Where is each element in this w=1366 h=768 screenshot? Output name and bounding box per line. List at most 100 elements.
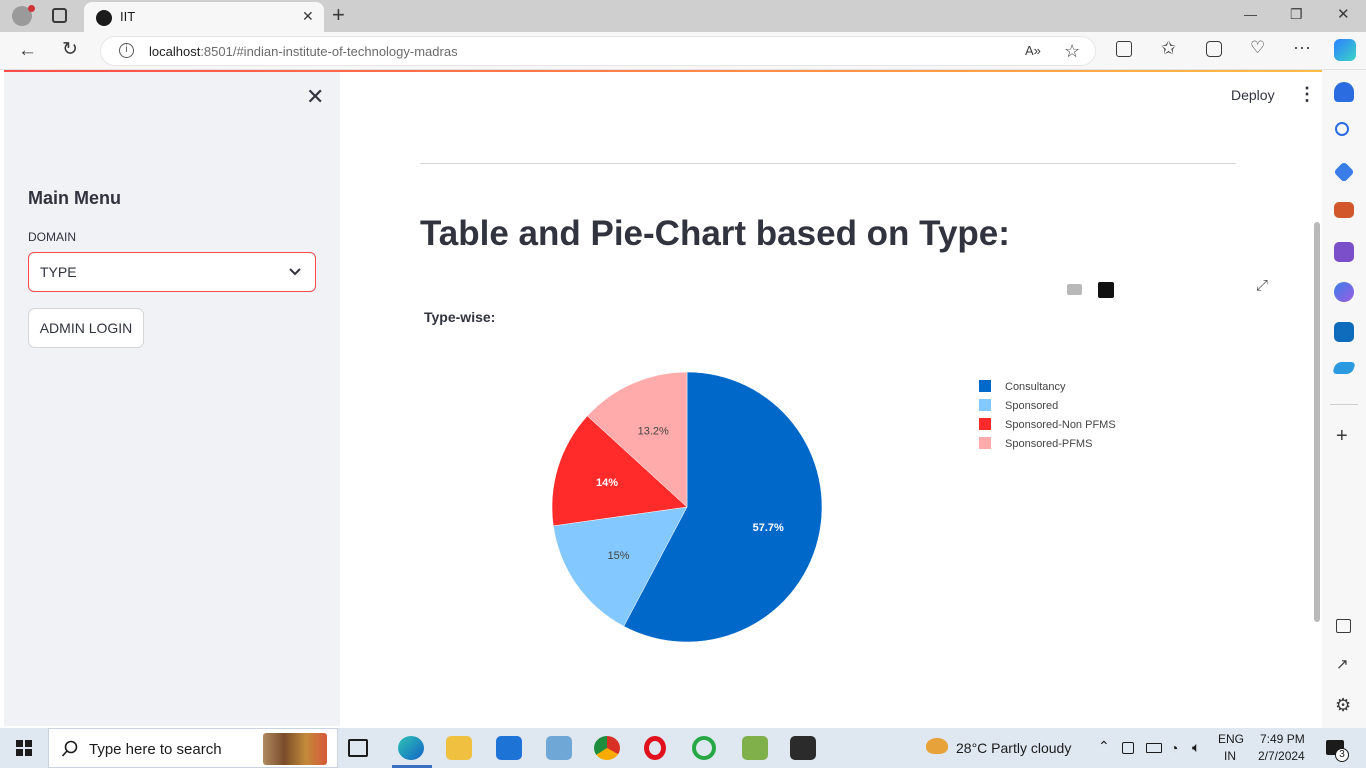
search-icon[interactable] <box>1335 122 1349 136</box>
favorite-star-icon[interactable]: ☆ <box>1064 42 1080 60</box>
domain-label: DOMAIN <box>28 230 76 244</box>
browser-toolbar: ← ↻ i localhost:8501/#indian-institute-o… <box>0 32 1366 70</box>
streamlit-favicon-icon <box>96 10 112 26</box>
site-info-icon[interactable]: i <box>119 43 134 58</box>
search-icon <box>61 740 78 757</box>
pie-chart: 57.7% 15% 14% 13.2% <box>551 371 823 643</box>
windows-start-icon[interactable] <box>16 740 32 756</box>
add-sidebar-app-icon[interactable]: + <box>1336 426 1348 446</box>
close-window-button[interactable]: ✕ <box>1337 7 1350 22</box>
main-menu-title: Main Menu <box>28 188 121 208</box>
outlook-icon[interactable] <box>1334 322 1354 342</box>
profile-notification-dot <box>28 5 35 12</box>
legend-swatch[interactable] <box>979 418 991 430</box>
games-icon[interactable] <box>1334 242 1354 262</box>
url-path: :8501/#indian-institute-of-technology-ma… <box>200 44 458 59</box>
green-app-icon[interactable] <box>692 736 716 760</box>
tab-actions-icon[interactable] <box>52 8 67 23</box>
open-external-icon[interactable]: ↗ <box>1336 657 1349 672</box>
clock-date[interactable]: 2/7/2024 <box>1258 749 1305 763</box>
admin-login-button[interactable]: ADMIN LOGIN <box>28 308 144 348</box>
legend-label[interactable]: Sponsored-PFMS <box>1005 438 1092 450</box>
camera-download-icon[interactable] <box>1067 284 1082 295</box>
tab-title: IIT <box>120 9 136 24</box>
address-bar[interactable]: i localhost:8501/#indian-institute-of-te… <box>100 36 1096 66</box>
pie-slice-label: 13.2% <box>638 425 669 437</box>
charts-app-icon[interactable] <box>742 736 768 760</box>
pie-slice-label: 14% <box>596 477 618 489</box>
browser-essentials-icon[interactable]: ♡ <box>1250 39 1265 56</box>
network-icon[interactable]: ◔ <box>1170 740 1178 756</box>
terminal-app-icon[interactable] <box>790 736 816 760</box>
url-text: localhost:8501/#indian-institute-of-tech… <box>149 44 458 59</box>
hide-sidebar-icon[interactable] <box>1336 619 1351 633</box>
meet-icon[interactable] <box>1122 742 1134 754</box>
legend-label[interactable]: Sponsored <box>1005 400 1058 412</box>
taskbar-search[interactable]: Type here to search <box>48 728 338 768</box>
notifications-bell-icon[interactable] <box>1334 82 1354 102</box>
back-icon[interactable]: ← <box>18 41 37 60</box>
shopping-tag-icon[interactable] <box>1333 161 1355 183</box>
windows-taskbar: Type here to search 28°C Partly cloudy ⌃… <box>0 728 1366 768</box>
microsoft-365-icon[interactable] <box>1334 282 1354 302</box>
show-hidden-icons[interactable]: ⌃ <box>1098 738 1110 755</box>
browser-titlebar: IIT ✕ + — ❐ ✕ <box>0 0 1366 32</box>
opera-app-icon[interactable] <box>644 736 666 760</box>
legend-label[interactable]: Sponsored-Non PFMS <box>1005 419 1116 431</box>
file-explorer-icon[interactable] <box>446 736 472 760</box>
mail-icon[interactable] <box>496 736 522 760</box>
url-host: localhost <box>149 44 201 59</box>
clock-time[interactable]: 7:49 PM <box>1260 732 1305 746</box>
divider <box>420 163 1236 164</box>
refresh-icon[interactable]: ↻ <box>62 40 78 59</box>
new-tab-button[interactable]: + <box>332 4 345 26</box>
chart-legend: Consultancy Sponsored Sponsored-Non PFMS Sp… <box>979 380 1116 450</box>
close-sidebar-icon[interactable]: ✕ <box>306 84 324 110</box>
fullscreen-expand-icon[interactable]: ⤢ <box>1256 278 1268 293</box>
weather-text[interactable]: 28°C Partly cloudy <box>956 740 1071 756</box>
settings-more-icon[interactable]: ··· <box>1293 38 1311 56</box>
edge-sidebar: + ↗ ⚙ <box>1322 70 1366 728</box>
page-scrollbar[interactable] <box>1314 222 1320 622</box>
tab-close-icon[interactable]: ✕ <box>302 9 314 23</box>
legend-swatch[interactable] <box>979 437 991 449</box>
notepad-app-icon[interactable] <box>546 736 572 760</box>
legend-label[interactable]: Consultancy <box>1005 381 1066 393</box>
main-menu-icon[interactable]: ⋮ <box>1298 84 1316 105</box>
maximize-button[interactable]: ❐ <box>1290 7 1303 21</box>
sidebar-settings-gear-icon[interactable]: ⚙ <box>1335 696 1351 714</box>
main-content: Deploy ⋮ Table and Pie-Chart based on Ty… <box>340 72 1322 726</box>
copilot-icon[interactable] <box>1334 39 1356 61</box>
volume-icon[interactable]: 🔈︎ <box>1192 739 1200 756</box>
favorites-icon[interactable]: ✩ <box>1161 39 1176 57</box>
edge-app-icon[interactable] <box>398 736 424 760</box>
domain-select-value: TYPE <box>40 264 77 280</box>
pie-slice-label: 57.7% <box>753 522 784 534</box>
language-code[interactable]: ENG <box>1218 732 1244 746</box>
read-aloud-icon[interactable]: A» <box>1025 44 1041 57</box>
search-placeholder: Type here to search <box>89 741 222 758</box>
chart-title: Type-wise: <box>424 309 496 325</box>
domain-select[interactable]: TYPE <box>28 252 316 292</box>
deploy-button[interactable]: Deploy <box>1231 87 1275 103</box>
app-sidebar: ✕ Main Menu DOMAIN TYPE ADMIN LOGIN <box>4 72 340 726</box>
collections-icon[interactable] <box>1206 41 1222 57</box>
send-icon[interactable] <box>1331 362 1357 374</box>
notification-count-badge: 3 <box>1335 748 1349 762</box>
task-view-icon[interactable] <box>348 739 368 757</box>
browser-tab[interactable]: IIT ✕ <box>84 2 324 32</box>
battery-icon[interactable] <box>1146 743 1162 753</box>
page-title: Table and Pie-Chart based on Type: <box>420 214 1010 253</box>
sidebar-divider <box>1330 404 1358 405</box>
chrome-app-icon[interactable] <box>594 736 620 760</box>
legend-swatch[interactable] <box>979 380 991 392</box>
chevron-down-icon <box>289 268 301 276</box>
weather-icon[interactable] <box>926 738 948 754</box>
pie-slice-label: 15% <box>607 550 629 562</box>
split-screen-icon[interactable] <box>1116 41 1132 57</box>
language-region[interactable]: IN <box>1224 749 1236 763</box>
minimize-button[interactable]: — <box>1244 8 1257 21</box>
tools-briefcase-icon[interactable] <box>1334 202 1354 218</box>
plotly-logo-icon[interactable] <box>1098 282 1114 298</box>
legend-swatch[interactable] <box>979 399 991 411</box>
